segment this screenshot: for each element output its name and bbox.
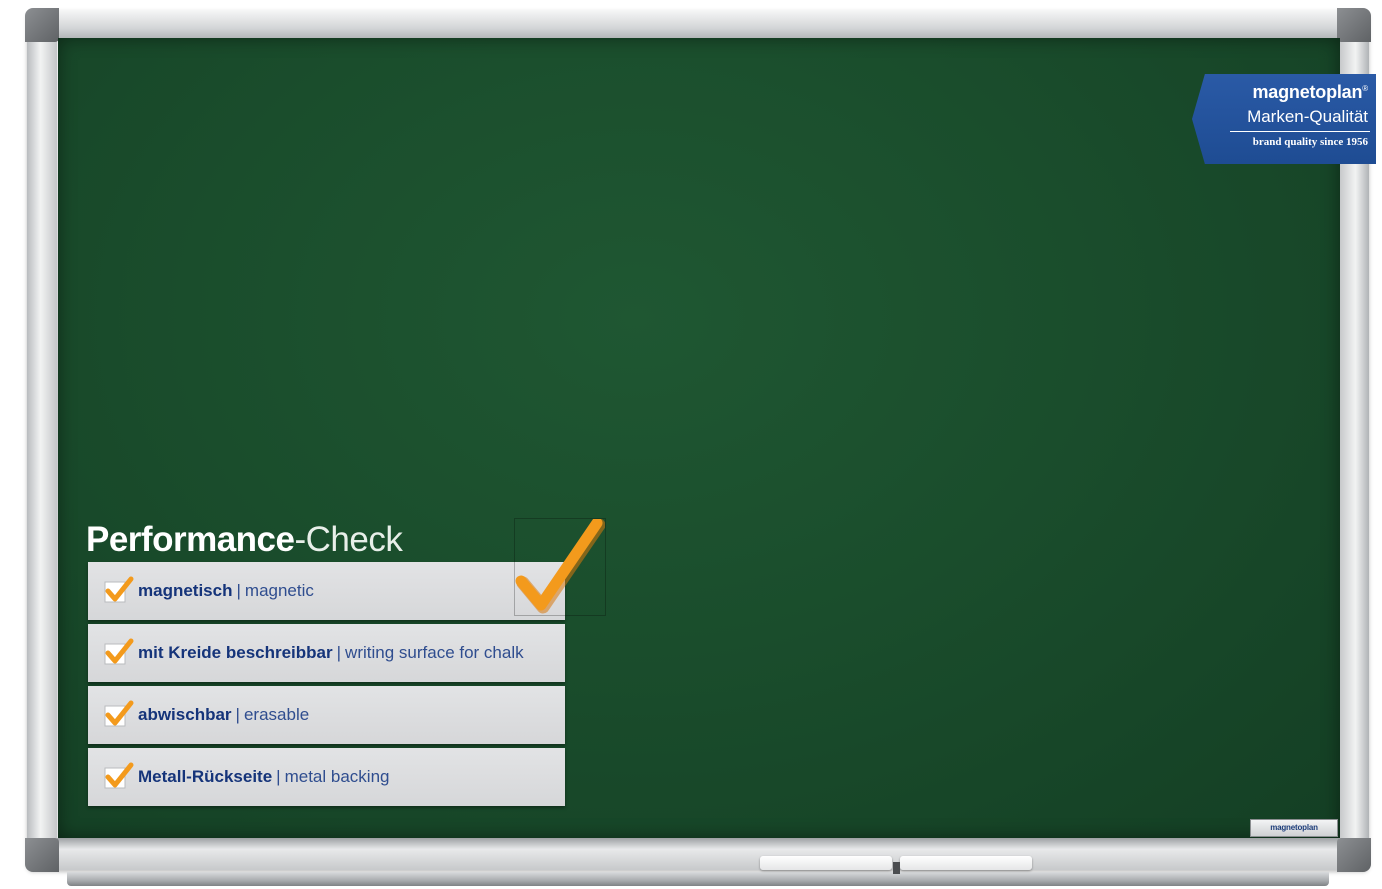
frame-corner-bottom-left	[25, 838, 59, 872]
item-label-de: abwischbar	[138, 705, 232, 724]
frame-left-rail	[27, 10, 57, 870]
item-label-en: metal backing	[284, 767, 390, 786]
frame-bottom-rail	[27, 838, 1369, 870]
item-label-de: mit Kreide beschreibbar	[138, 643, 333, 662]
brand-divider	[1230, 131, 1370, 132]
eraser-left	[760, 856, 892, 870]
brand-name-text: magnetoplan	[1252, 82, 1363, 102]
item-separator: |	[276, 767, 281, 786]
performance-check-title: Performance-Check	[86, 520, 403, 560]
performance-item: Metall-Rückseite | metal backing	[88, 748, 565, 806]
title-bold: Performance	[86, 520, 295, 559]
performance-item: mit Kreide beschreibbar | writing surfac…	[88, 624, 565, 682]
registered-mark: ®	[1362, 84, 1368, 93]
tray-clip	[893, 862, 900, 874]
brand-badge: magnetoplan® Marken-Qualität brand quali…	[1192, 74, 1376, 164]
large-checkmark-icon	[514, 518, 606, 616]
item-label-en: magnetic	[244, 581, 314, 600]
item-label-de: magnetisch	[138, 581, 233, 600]
brand-tagline: Marken-Qualität	[1247, 107, 1368, 126]
brand-name: magnetoplan®	[1252, 82, 1368, 103]
item-separator: |	[336, 643, 342, 662]
item-separator: |	[236, 581, 241, 600]
checkmark-icon	[104, 638, 134, 665]
item-label-en: writing surface for chalk	[345, 643, 524, 662]
brand-since: brand quality since 1956	[1252, 136, 1368, 148]
frame-corner-bottom-right	[1337, 838, 1371, 872]
frame-brand-plate: magnetoplan	[1250, 819, 1338, 837]
item-label-de: Metall-Rückseite	[138, 767, 273, 786]
title-light: -Check	[294, 520, 403, 559]
frame-top-rail	[27, 10, 1369, 40]
chalk-tray	[67, 872, 1329, 886]
performance-item: abwischbar | erasable	[88, 686, 565, 744]
checkmark-icon	[104, 700, 134, 727]
checkmark-icon	[104, 576, 134, 603]
frame-corner-top-left	[25, 8, 59, 42]
item-separator: |	[235, 705, 240, 724]
performance-item: magnetisch | magnetic	[88, 562, 565, 620]
frame-corner-top-right	[1337, 8, 1371, 42]
eraser-right	[900, 856, 1032, 870]
item-label-en: erasable	[243, 705, 310, 724]
checkmark-icon	[104, 762, 134, 789]
